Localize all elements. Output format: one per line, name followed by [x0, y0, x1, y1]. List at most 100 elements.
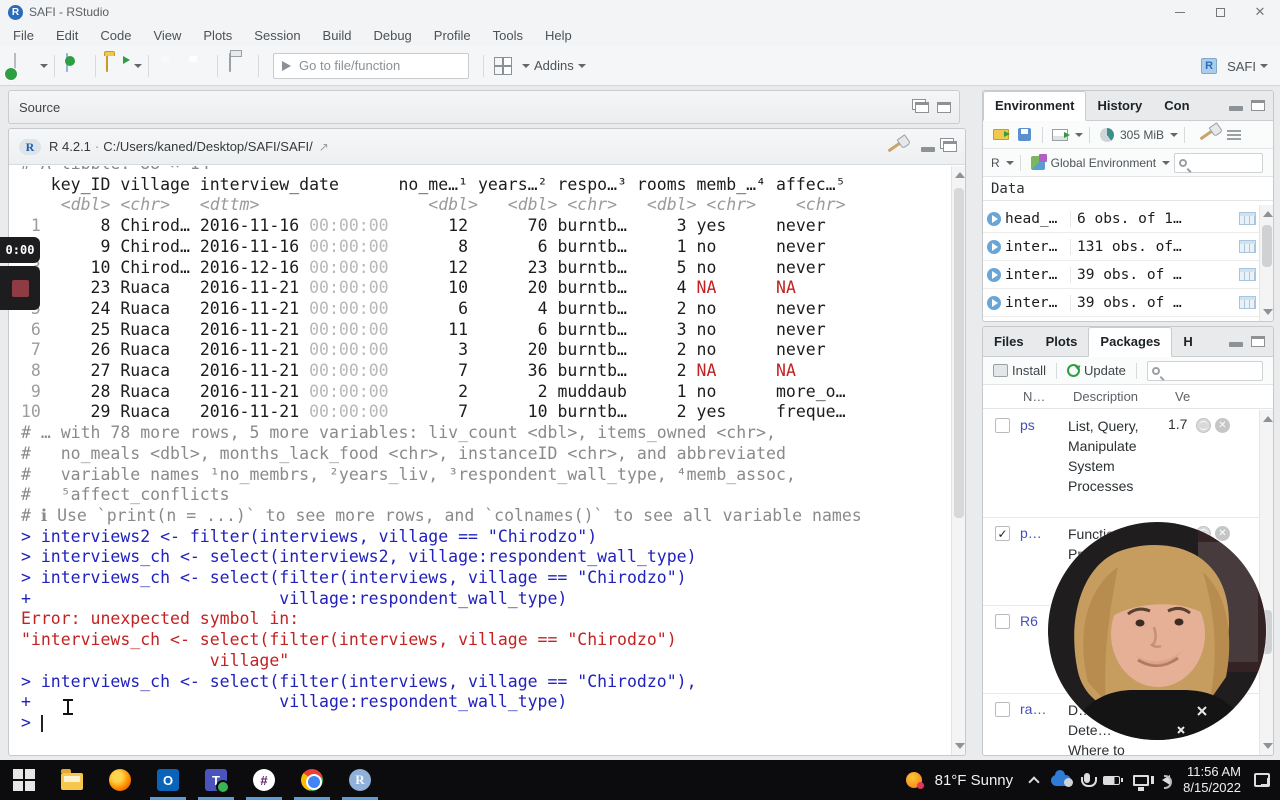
view-table-icon[interactable] [1239, 296, 1256, 309]
scope-caret-icon[interactable] [1162, 160, 1171, 165]
network-icon[interactable] [1133, 774, 1150, 789]
print-icon[interactable] [226, 52, 250, 78]
close-button[interactable]: ✕ [1240, 0, 1280, 24]
environment-object-row[interactable]: head_… 6 obs. of 1… [983, 205, 1259, 233]
pkg-tab-h[interactable]: H [1172, 328, 1203, 356]
pane-layout-caret-icon[interactable] [522, 63, 530, 68]
pkg-tab-packages[interactable]: Packages [1088, 327, 1173, 357]
scroll-up-icon[interactable] [1263, 211, 1273, 217]
environment-object-row[interactable]: inter… 131 obs. of… [983, 233, 1259, 261]
source-maximize-icon[interactable] [937, 101, 951, 113]
goto-file-box[interactable] [273, 52, 469, 79]
language-caret-icon[interactable] [1005, 160, 1014, 165]
clock[interactable]: 11:56 AM 8/15/2022 [1183, 764, 1241, 796]
env-tab-history[interactable]: History [1086, 92, 1153, 120]
memory-usage[interactable]: 305 MiB [1120, 128, 1164, 142]
open-file-icon[interactable] [104, 52, 128, 78]
save-all-icon[interactable] [185, 54, 209, 78]
packages-scrollbar[interactable] [1259, 410, 1273, 755]
weather-icon[interactable] [905, 772, 924, 789]
battery-icon[interactable] [1103, 775, 1124, 785]
import-caret-icon[interactable] [1075, 132, 1083, 137]
open-directory-icon[interactable]: ↗ [319, 140, 329, 154]
package-name-link[interactable]: ra… [1020, 700, 1068, 755]
scroll-up-icon[interactable] [955, 172, 965, 178]
env-tab-environment[interactable]: Environment [983, 91, 1087, 121]
recorder-stop-button[interactable] [0, 266, 40, 310]
package-remove-icon[interactable] [1215, 526, 1230, 541]
console-maximize-icon[interactable] [943, 141, 957, 152]
load-workspace-icon[interactable] [993, 129, 1010, 140]
console-output[interactable]: # A tibble: 88 × 14 key_ID village inter… [9, 166, 951, 755]
pkg-minimize-icon[interactable] [1229, 342, 1243, 347]
env-maximize-icon[interactable] [1251, 100, 1265, 111]
environment-object-row[interactable]: inter… 39 obs. of … [983, 261, 1259, 289]
update-button[interactable]: Update [1063, 363, 1130, 378]
taskbar-explorer[interactable] [48, 760, 96, 800]
package-checkbox[interactable]: ✓ [995, 526, 1010, 541]
view-table-icon[interactable] [1239, 268, 1256, 281]
clear-environment-icon[interactable] [1199, 128, 1215, 141]
package-checkbox[interactable] [995, 418, 1010, 433]
expand-icon[interactable] [987, 239, 1001, 254]
install-button[interactable]: Install [989, 363, 1050, 378]
memory-caret-icon[interactable] [1170, 132, 1179, 137]
goto-file-input[interactable] [299, 58, 449, 73]
open-file-caret-icon[interactable] [134, 63, 142, 68]
console-scrollbar[interactable] [951, 166, 965, 755]
taskbar-slack[interactable]: # [240, 760, 288, 800]
console-minimize-icon[interactable] [921, 147, 935, 152]
taskbar-firefox[interactable] [96, 760, 144, 800]
addins-caret-icon[interactable] [577, 63, 586, 68]
menu-file[interactable]: File [2, 28, 45, 43]
new-file-icon[interactable] [10, 52, 34, 78]
pkg-tab-files[interactable]: Files [983, 328, 1035, 356]
maximize-button[interactable] [1200, 0, 1240, 24]
weather-text[interactable]: 81°F Sunny [935, 772, 1014, 789]
volume-icon[interactable] [1151, 775, 1173, 789]
action-center-icon[interactable] [1254, 773, 1270, 787]
expand-icon[interactable] [987, 295, 1001, 310]
pkg-tab-plots[interactable]: Plots [1035, 328, 1089, 356]
view-table-icon[interactable] [1239, 212, 1256, 225]
new-file-caret-icon[interactable] [40, 63, 48, 68]
minimize-button[interactable] [1160, 0, 1200, 24]
view-table-icon[interactable] [1239, 240, 1256, 253]
expand-icon[interactable] [987, 267, 1001, 282]
scroll-thumb[interactable] [954, 188, 964, 518]
package-checkbox[interactable] [995, 614, 1010, 629]
onedrive-icon[interactable] [1051, 769, 1074, 787]
package-website-icon[interactable] [1196, 418, 1211, 433]
scroll-thumb[interactable] [1262, 225, 1272, 267]
menu-view[interactable]: View [142, 28, 192, 43]
pane-layout-icon[interactable] [492, 54, 516, 78]
menu-tools[interactable]: Tools [482, 28, 534, 43]
menu-session[interactable]: Session [243, 28, 311, 43]
hidden-icons-chevron-icon[interactable] [1028, 775, 1040, 788]
menu-plots[interactable]: Plots [192, 28, 243, 43]
scroll-down-icon[interactable] [1263, 743, 1273, 749]
clear-console-icon[interactable] [887, 140, 903, 153]
env-minimize-icon[interactable] [1229, 106, 1243, 111]
scroll-down-icon[interactable] [1263, 309, 1273, 315]
taskbar-chrome[interactable] [288, 760, 336, 800]
taskbar-rstudio[interactable]: R [336, 760, 384, 800]
menu-build[interactable]: Build [312, 28, 363, 43]
environment-object-row[interactable]: inter… 39 obs. of … [983, 289, 1259, 317]
taskbar-teams[interactable]: T [192, 760, 240, 800]
project-button[interactable]: R SAFI [1201, 46, 1268, 86]
microphone-icon[interactable] [1081, 773, 1098, 787]
source-pane-header[interactable]: Source [8, 90, 960, 124]
expand-icon[interactable] [987, 211, 1001, 226]
list-view-icon[interactable] [1227, 129, 1242, 140]
taskbar-start[interactable] [0, 760, 48, 800]
environment-scope[interactable]: Global Environment [1051, 156, 1156, 170]
package-name-link[interactable]: ps [1020, 416, 1068, 511]
package-checkbox[interactable] [995, 702, 1010, 717]
taskbar-outlook[interactable]: O [144, 760, 192, 800]
menu-debug[interactable]: Debug [362, 28, 422, 43]
menu-code[interactable]: Code [89, 28, 142, 43]
menu-help[interactable]: Help [534, 28, 583, 43]
new-project-icon[interactable] [63, 52, 87, 78]
menu-profile[interactable]: Profile [423, 28, 482, 43]
